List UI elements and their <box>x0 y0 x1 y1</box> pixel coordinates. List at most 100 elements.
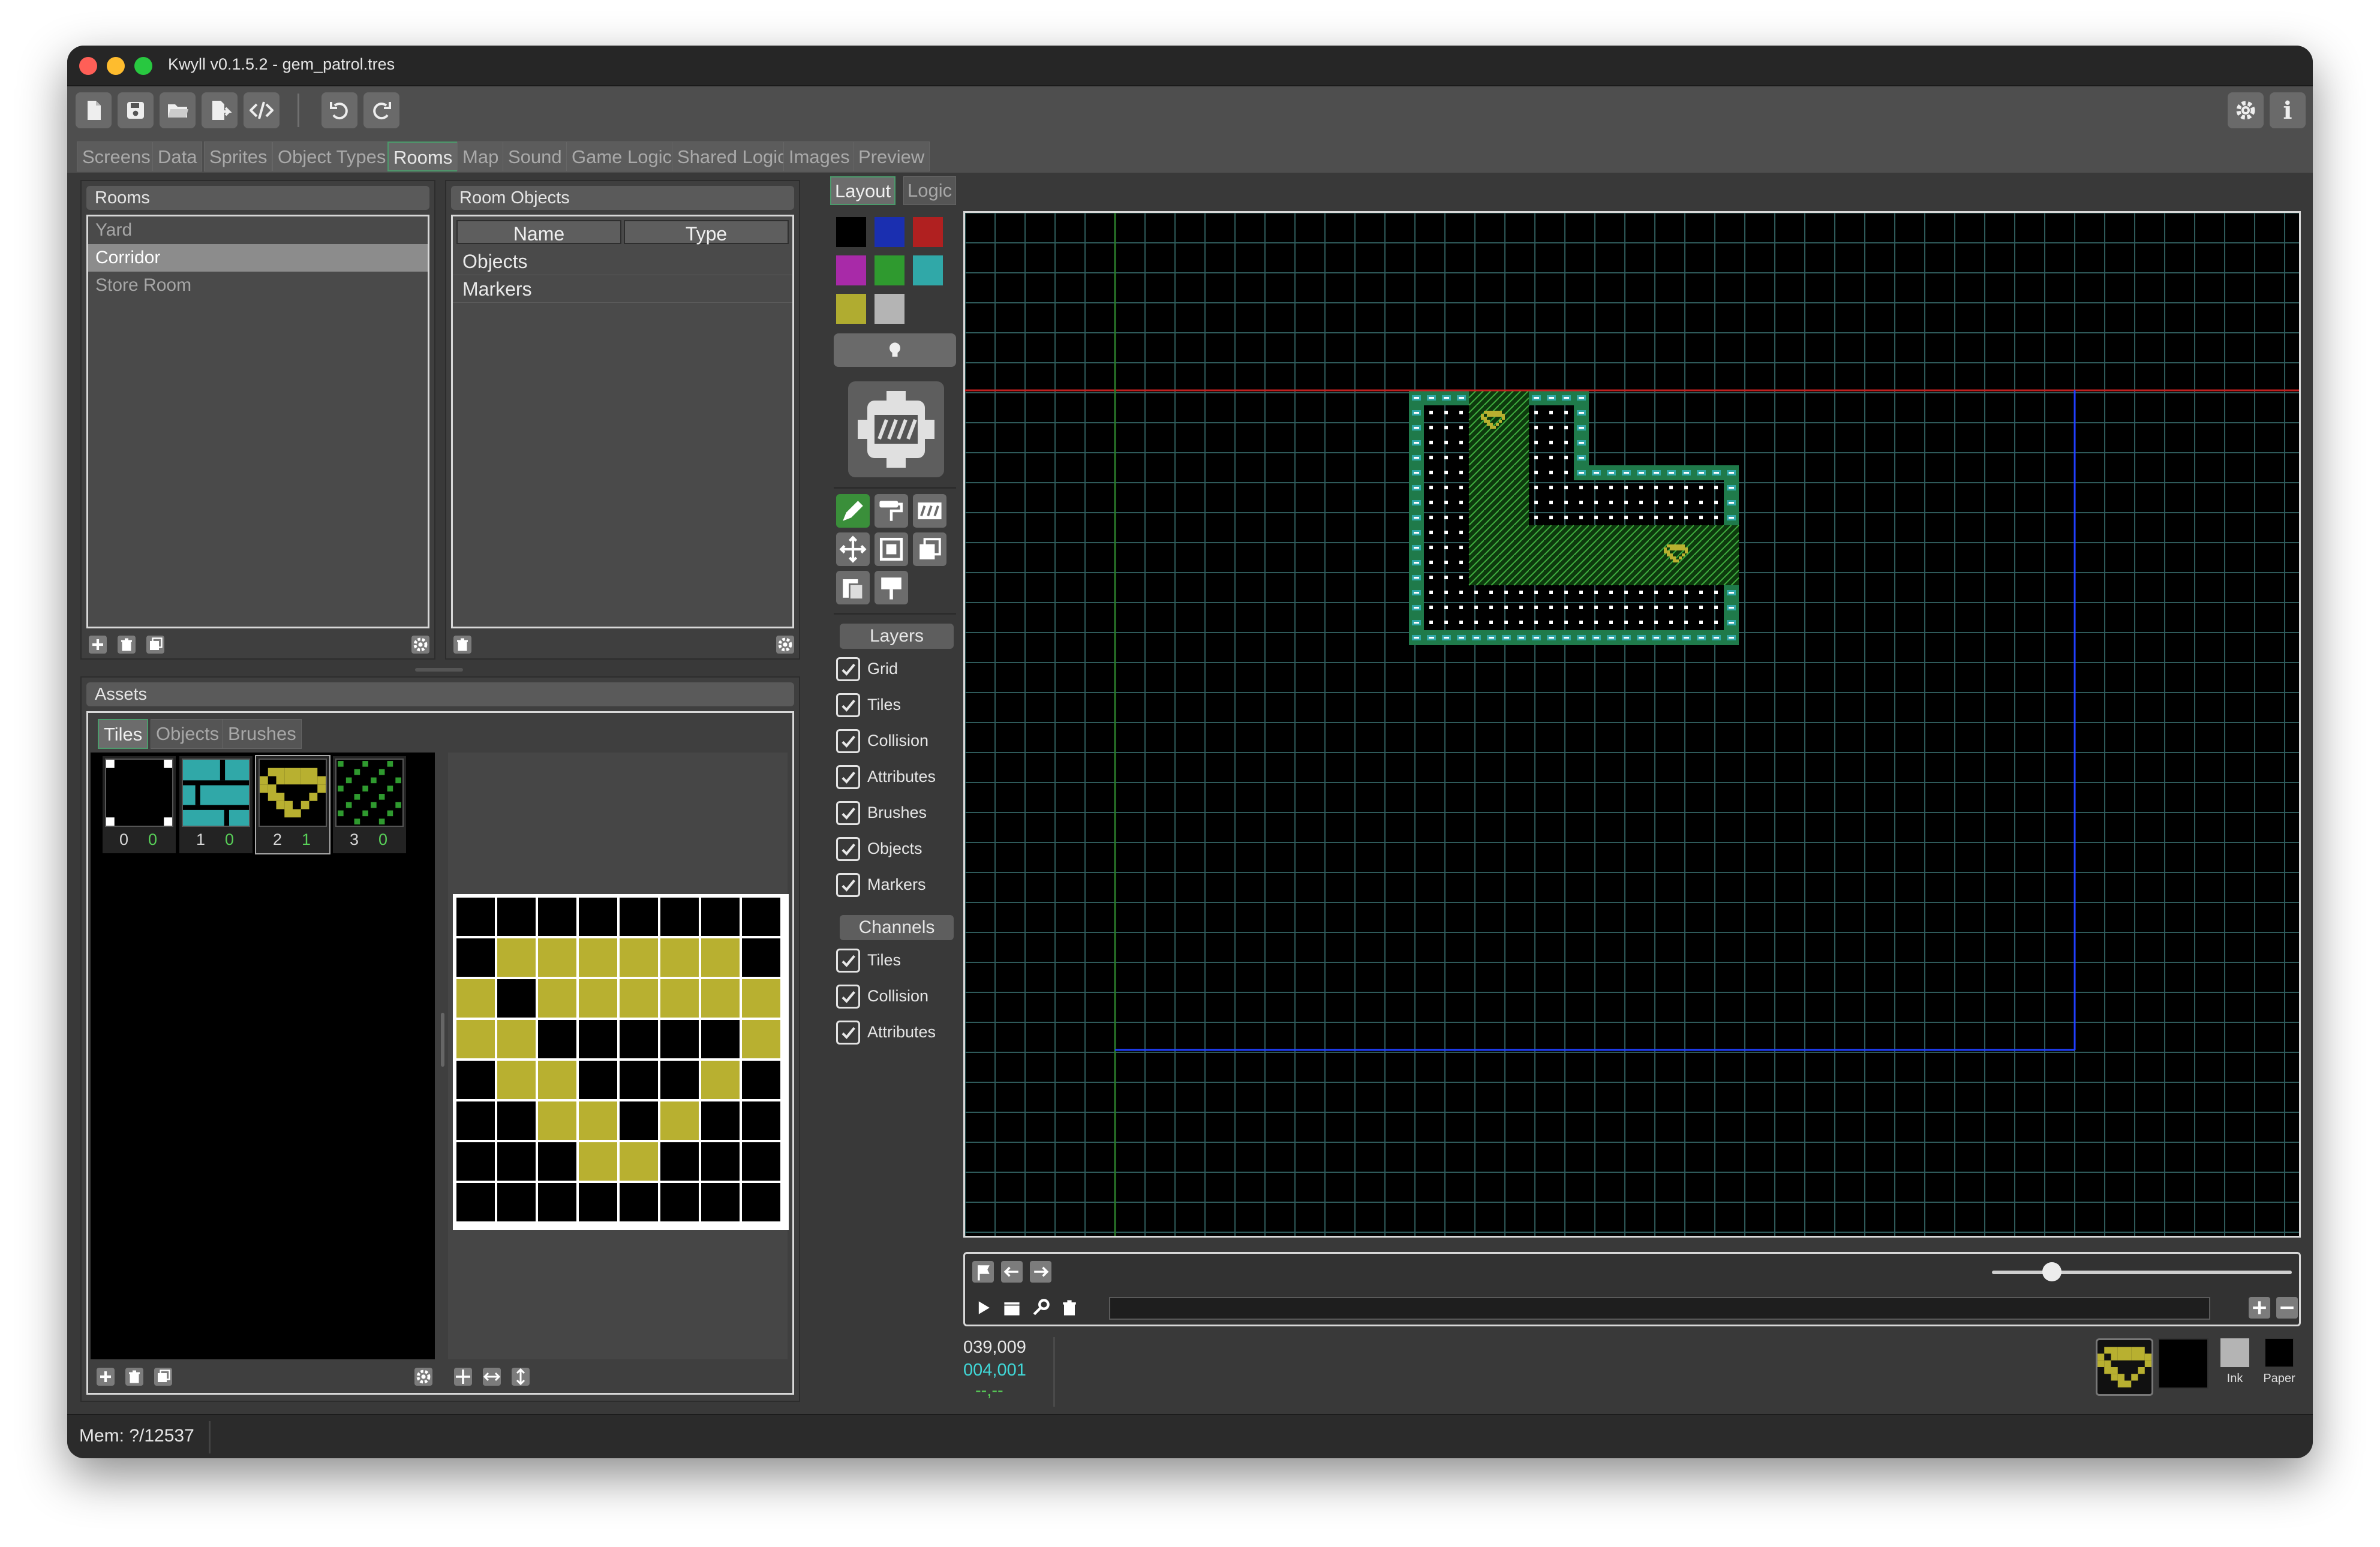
tab-screens[interactable]: Screens <box>77 142 156 171</box>
tile-pixel[interactable] <box>701 1101 740 1140</box>
tile-pixel[interactable] <box>620 1142 658 1181</box>
tile-pixel[interactable] <box>456 1183 495 1221</box>
move-tile-button[interactable] <box>454 1368 472 1386</box>
timeline-track[interactable] <box>1109 1297 2210 1320</box>
duplicate-tile-button[interactable] <box>154 1368 172 1386</box>
tab-sprites[interactable]: Sprites <box>204 142 273 171</box>
fill-tool-button[interactable] <box>875 571 908 604</box>
tab-rooms[interactable]: Rooms <box>387 142 459 171</box>
tile-thumbnail[interactable]: 00 <box>103 756 176 853</box>
tile-pixel[interactable] <box>456 1142 495 1181</box>
paint-roller-tool-button[interactable] <box>875 494 908 528</box>
tile-pixel[interactable] <box>579 1183 617 1221</box>
tile-pixel[interactable] <box>701 938 740 977</box>
tile-pixel[interactable] <box>742 979 780 1018</box>
select-area-tool-button[interactable] <box>875 532 908 566</box>
add-frame-button[interactable] <box>2249 1297 2270 1319</box>
tile-pixel[interactable] <box>538 1183 576 1221</box>
settings-button[interactable] <box>2228 92 2264 128</box>
tile-pixel[interactable] <box>579 1101 617 1140</box>
tile-pixel[interactable] <box>538 1061 576 1099</box>
editor-tab-logic[interactable]: Logic <box>903 176 957 205</box>
zoom-slider-thumb[interactable] <box>2042 1262 2062 1281</box>
tile-pixel[interactable] <box>497 898 536 936</box>
play-button[interactable] <box>972 1297 994 1319</box>
palette-color-swatch[interactable] <box>875 255 904 285</box>
rooms-settings-button[interactable] <box>411 636 429 654</box>
palette-color-swatch[interactable] <box>875 217 904 247</box>
room-objects-table[interactable]: Name Type Objects Markers <box>451 215 794 628</box>
vertical-splitter[interactable] <box>441 1013 444 1067</box>
tile-pixel[interactable] <box>456 898 495 936</box>
asset-tab-tiles[interactable]: Tiles <box>98 719 149 749</box>
ink-swatch[interactable] <box>2220 1338 2249 1367</box>
tile-pixel[interactable] <box>620 1101 658 1140</box>
tile-gallery[interactable]: 00102130 <box>91 753 435 1359</box>
tile-pixel-editor[interactable] <box>453 894 789 1230</box>
remove-frame-button[interactable] <box>2276 1297 2298 1319</box>
tile-pixel[interactable] <box>742 1142 780 1181</box>
next-room-button[interactable] <box>1030 1261 1051 1283</box>
tile-pixel[interactable] <box>497 1142 536 1181</box>
tab-data[interactable]: Data <box>152 142 203 171</box>
tab-shared-logic[interactable]: Shared Logic <box>672 142 792 171</box>
palette-color-swatch[interactable] <box>836 217 866 247</box>
tile-pixel[interactable] <box>497 1061 536 1099</box>
delete-tile-button[interactable] <box>125 1368 143 1386</box>
layer-attributes-checkbox[interactable] <box>836 765 860 789</box>
column-header-type[interactable]: Type <box>624 220 789 245</box>
brush-stamp-tool-button[interactable] <box>913 494 946 528</box>
clapper-button[interactable] <box>1001 1297 1023 1319</box>
tile-pixel[interactable] <box>660 979 699 1018</box>
tile-pixel[interactable] <box>620 1183 658 1221</box>
table-row[interactable]: Objects <box>453 248 792 275</box>
tile-pixel[interactable] <box>497 938 536 977</box>
redo-button[interactable] <box>363 92 399 128</box>
tile-pixel[interactable] <box>620 979 658 1018</box>
tile-pixel[interactable] <box>660 1101 699 1140</box>
tile-pixel[interactable] <box>660 1183 699 1221</box>
tile-pixel[interactable] <box>701 1183 740 1221</box>
copy-tool-button[interactable] <box>913 532 946 566</box>
tile-pixel[interactable] <box>579 1142 617 1181</box>
tile-pixel[interactable] <box>742 938 780 977</box>
tile-pixel[interactable] <box>742 1101 780 1140</box>
tile-pixel[interactable] <box>538 938 576 977</box>
info-button[interactable]: i <box>2270 92 2306 128</box>
tile-pixel[interactable] <box>497 1101 536 1140</box>
asset-tab-objects[interactable]: Objects <box>151 719 225 749</box>
layer-collision-checkbox[interactable] <box>836 729 860 753</box>
layer-objects-checkbox[interactable] <box>836 837 860 861</box>
previous-room-button[interactable] <box>1001 1261 1023 1283</box>
horizontal-splitter[interactable] <box>415 668 463 672</box>
flip-horizontal-button[interactable] <box>483 1368 501 1386</box>
tile-pixel[interactable] <box>742 898 780 936</box>
add-tile-button[interactable] <box>97 1368 115 1386</box>
tile-pixel[interactable] <box>456 938 495 977</box>
tile-pixel[interactable] <box>497 1020 536 1058</box>
tile-settings-button[interactable] <box>414 1368 432 1386</box>
table-row[interactable]: Markers <box>453 275 792 303</box>
palette-color-swatch[interactable] <box>913 255 943 285</box>
new-file-button[interactable] <box>76 92 112 128</box>
tile-pixel[interactable] <box>456 1020 495 1058</box>
tile-pixel[interactable] <box>660 938 699 977</box>
zoom-slider-track[interactable] <box>1992 1271 2292 1274</box>
tile-pixel[interactable] <box>620 898 658 936</box>
tile-pixel[interactable] <box>538 1101 576 1140</box>
tile-pixel[interactable] <box>620 938 658 977</box>
tile-pixel[interactable] <box>742 1020 780 1058</box>
asset-tab-brushes[interactable]: Brushes <box>223 719 302 749</box>
open-button[interactable] <box>160 92 196 128</box>
channel-collision-checkbox[interactable] <box>836 985 860 1009</box>
palette-color-swatch[interactable] <box>913 217 943 247</box>
tile-thumbnail[interactable]: 30 <box>333 756 406 853</box>
layer-markers-checkbox[interactable] <box>836 873 860 897</box>
tab-game-logic[interactable]: Game Logic <box>566 142 678 171</box>
tile-pixel[interactable] <box>579 938 617 977</box>
tile-pixel[interactable] <box>579 1061 617 1099</box>
key-button[interactable] <box>1030 1297 1051 1319</box>
tile-pixel[interactable] <box>660 1061 699 1099</box>
flip-vertical-button[interactable] <box>512 1368 530 1386</box>
room-map-canvas[interactable] <box>965 213 2299 1236</box>
